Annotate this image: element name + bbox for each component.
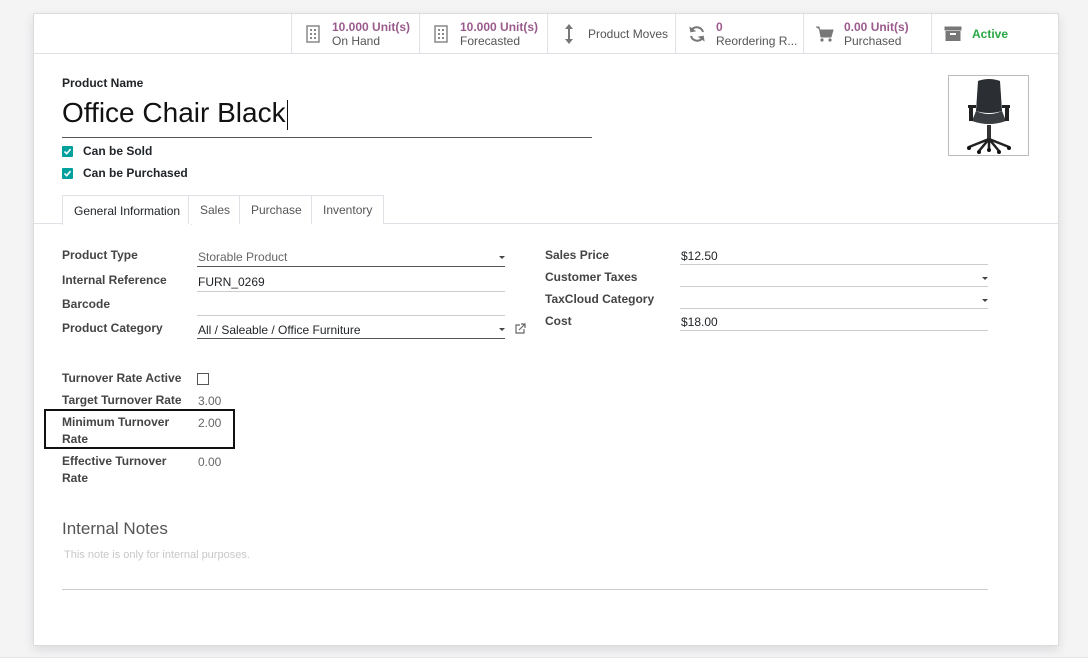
label-line-1: Minimum Turnover (62, 415, 170, 429)
can-be-sold-checkbox[interactable]: Can be Sold (62, 144, 152, 158)
effective-turnover-rate-label: Effective Turnover Rate (62, 453, 166, 487)
product-moves-label: Product Moves (588, 27, 669, 41)
customer-taxes-label: Customer Taxes (545, 270, 638, 284)
forecasted-label: Forecasted (460, 34, 521, 48)
smart-button-bar: 10.000 Unit(s) On Hand 10.000 Unit(s) Fo… (34, 14, 1058, 54)
internal-reference-label: Internal Reference (62, 273, 167, 287)
tab-purchase[interactable]: Purchase (239, 195, 314, 224)
target-turnover-rate-label: Target Turnover Rate (62, 393, 182, 407)
tab-label: Sales (200, 203, 231, 217)
product-name-text: Office Chair Black (62, 97, 286, 128)
tab-label: Inventory (323, 203, 373, 217)
target-turnover-rate-value: 3.00 (198, 394, 222, 408)
notebook-tabs: General Information Sales Purchase Inven… (34, 195, 1058, 225)
product-type-value: Storable Product (198, 250, 288, 264)
product-category-label: Product Category (62, 321, 163, 335)
chevron-down-icon (982, 299, 988, 302)
building-icon (304, 24, 322, 44)
up-down-arrow-icon (560, 24, 578, 44)
reordering-value: 0 (716, 20, 723, 34)
cost-value: $18.00 (681, 315, 718, 329)
purchased-label: Purchased (844, 34, 902, 48)
internal-notes-title: Internal Notes (62, 519, 168, 538)
text-cursor (286, 99, 288, 130)
barcode-label: Barcode (62, 297, 111, 311)
active-toggle-button[interactable]: Active (931, 14, 1058, 54)
effective-turnover-rate-value: 0.00 (198, 455, 222, 469)
minimum-turnover-rate-label: Minimum Turnover Rate (62, 414, 169, 448)
building-icon (432, 24, 450, 44)
purchased-value: 0.00 Unit(s) (844, 20, 909, 34)
taxcloud-category-select[interactable] (680, 308, 988, 309)
label-line-2: Rate (62, 432, 89, 446)
reordering-label: Reordering R... (716, 34, 798, 48)
minimum-turnover-rate-value: 2.00 (198, 416, 222, 430)
turnover-rate-active-checkbox[interactable] (197, 373, 209, 385)
reordering-rules-button[interactable]: 0 Reordering R... (675, 14, 803, 54)
form-sheet: 10.000 Unit(s) On Hand 10.000 Unit(s) Fo… (33, 13, 1059, 646)
check-icon (62, 145, 73, 157)
product-category-value: All / Saleable / Office Furniture (198, 323, 361, 337)
forecasted-button[interactable]: 10.000 Unit(s) Forecasted (419, 14, 547, 54)
taxcloud-category-label: TaxCloud Category (545, 292, 655, 306)
cost-input[interactable] (680, 330, 988, 331)
can-be-purchased-label: Can be Purchased (83, 166, 188, 180)
tab-sales[interactable]: Sales (188, 195, 243, 224)
internal-notes-editor[interactable] (62, 589, 988, 590)
customer-taxes-select[interactable] (680, 286, 988, 287)
forecasted-value: 10.000 Unit(s) (460, 20, 539, 34)
product-image[interactable] (948, 75, 1029, 156)
label-line-1: Effective Turnover (62, 454, 167, 468)
bottom-strip (0, 657, 1088, 669)
barcode-input[interactable] (197, 315, 505, 316)
internal-notes-placeholder: This note is only for internal purposes. (64, 549, 250, 561)
internal-reference-input[interactable] (197, 291, 505, 292)
chevron-down-icon (499, 256, 505, 259)
chevron-down-icon (499, 328, 505, 331)
product-type-label: Product Type (62, 248, 138, 262)
tab-label: Purchase (251, 203, 302, 217)
purchased-button[interactable]: 0.00 Unit(s) Purchased (803, 14, 931, 54)
internal-reference-value: FURN_0269 (198, 275, 265, 289)
active-label: Active (972, 27, 1009, 41)
turnover-rate-active-label: Turnover Rate Active (62, 371, 182, 385)
external-link-icon[interactable] (514, 322, 526, 340)
product-type-select[interactable] (197, 266, 505, 267)
archive-icon (944, 24, 962, 44)
sales-price-input[interactable] (680, 264, 988, 265)
can-be-sold-label: Can be Sold (83, 144, 153, 158)
product-moves-button[interactable]: Product Moves (547, 14, 675, 54)
cost-label: Cost (545, 314, 572, 328)
on-hand-label: On Hand (332, 34, 381, 48)
tab-inventory[interactable]: Inventory (311, 195, 385, 224)
sales-price-value: $12.50 (681, 249, 718, 263)
tab-general-information[interactable]: General Information (62, 195, 193, 225)
on-hand-value: 10.000 Unit(s) (332, 20, 411, 34)
product-name-label: Product Name (62, 76, 144, 90)
tab-label: General Information (74, 203, 181, 218)
can-be-purchased-checkbox[interactable]: Can be Purchased (62, 166, 188, 180)
cart-icon (816, 24, 834, 44)
on-hand-button[interactable]: 10.000 Unit(s) On Hand (291, 14, 419, 54)
chevron-down-icon (982, 277, 988, 280)
check-icon (62, 167, 73, 179)
product-category-select[interactable] (197, 338, 505, 339)
refresh-icon (688, 24, 706, 44)
label-line-2: Rate (62, 471, 89, 485)
product-name-input[interactable]: Office Chair Black (62, 92, 592, 138)
office-chair-icon (966, 78, 1011, 154)
sales-price-label: Sales Price (545, 248, 610, 262)
